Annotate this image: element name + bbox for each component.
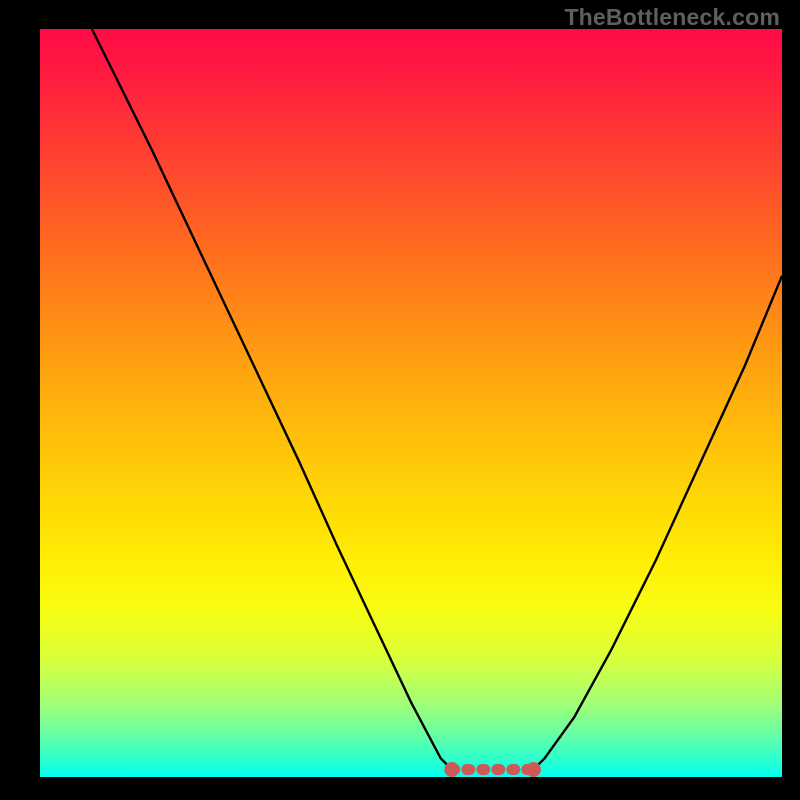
curve-right-branch (533, 276, 782, 770)
bottleneck-trough-marker (444, 762, 541, 777)
watermark-text: TheBottleneck.com (564, 4, 780, 31)
curve-layer (40, 29, 782, 777)
curve-left-branch (92, 29, 452, 770)
plot-area (40, 29, 782, 777)
chart-frame: TheBottleneck.com (0, 0, 800, 800)
